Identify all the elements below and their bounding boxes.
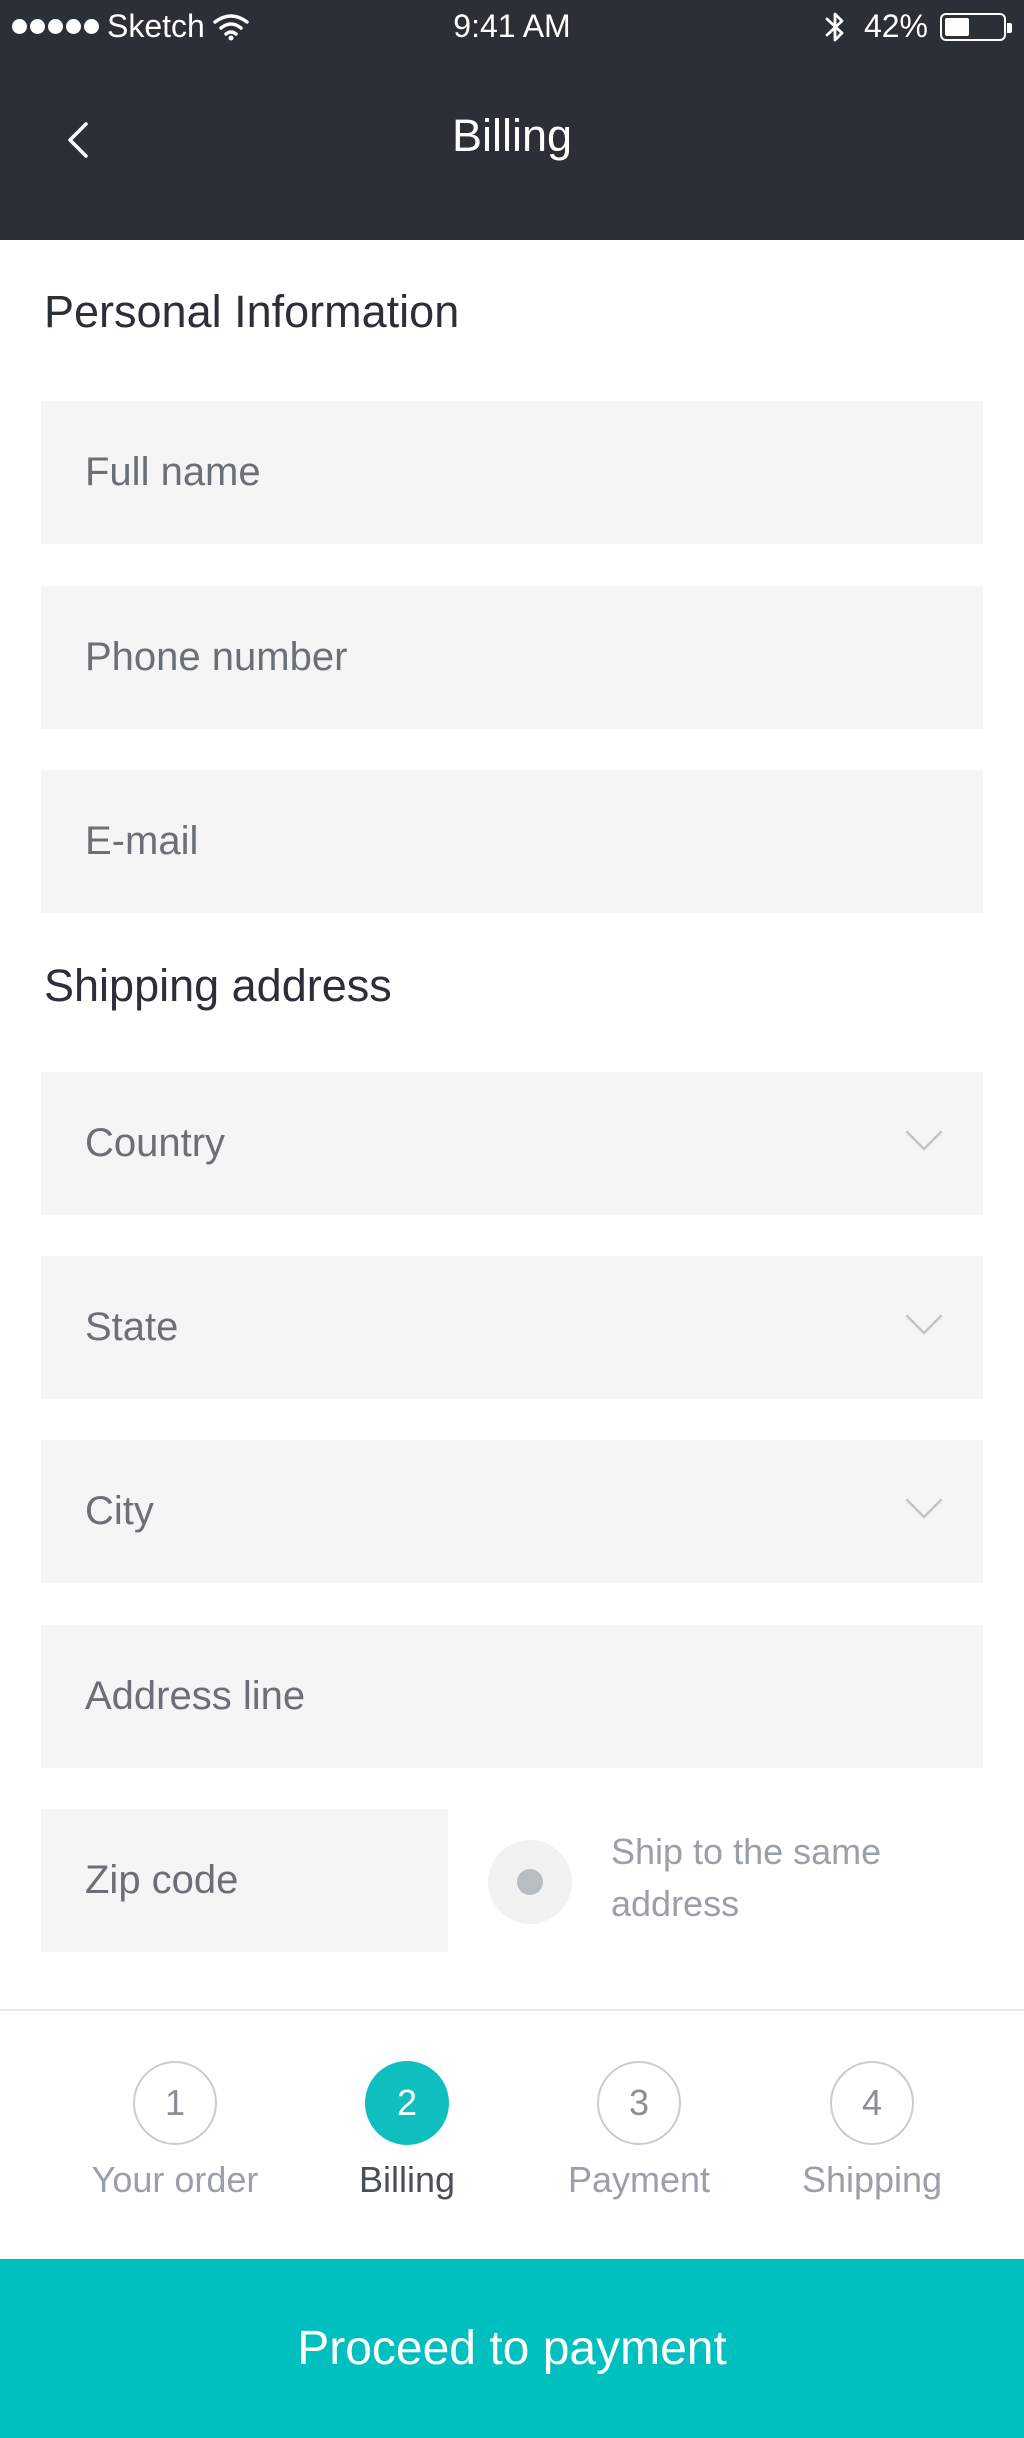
city-select-label: City	[85, 1489, 154, 1533]
country-select[interactable]: Country	[41, 1072, 983, 1215]
step-label: Billing	[358, 2159, 456, 2200]
chevron-down-icon	[905, 1314, 943, 1335]
step-label: Shipping	[801, 2159, 943, 2200]
divider	[0, 2009, 1024, 2011]
full-name-input[interactable]	[41, 401, 983, 544]
step-payment[interactable]: 3 Payment	[529, 2061, 749, 2201]
shipping-address-heading: Shipping address	[44, 960, 392, 1011]
proceed-to-payment-button[interactable]: Proceed to payment	[0, 2259, 1024, 2438]
city-select[interactable]: City	[41, 1440, 983, 1583]
bluetooth-icon	[825, 12, 844, 41]
phone-input[interactable]	[41, 586, 983, 729]
radio-dot	[517, 1869, 543, 1895]
step-shipping[interactable]: 4 Shipping	[762, 2061, 982, 2201]
full-name-field	[41, 401, 983, 544]
step-number: 1	[133, 2061, 217, 2145]
battery-icon	[940, 12, 1012, 41]
email-input[interactable]	[41, 770, 983, 913]
battery-percent: 42%	[863, 8, 928, 44]
zip-code-input[interactable]	[41, 1809, 448, 1952]
status-bar: Sketch 9:41 AM 42%	[0, 0, 1024, 54]
step-number: 4	[830, 2061, 914, 2145]
page-title: Billing	[451, 110, 573, 161]
step-your-order[interactable]: 1 Your order	[65, 2061, 285, 2201]
address-line-field	[41, 1625, 983, 1768]
battery-fill	[945, 17, 969, 36]
step-label: Payment	[567, 2159, 711, 2200]
step-number: 3	[597, 2061, 681, 2145]
zip-code-field	[41, 1809, 448, 1952]
header: Sketch 9:41 AM 42% Billing	[0, 0, 1024, 240]
same-address-label[interactable]: Ship to the same address	[611, 1826, 951, 1930]
address-line-input[interactable]	[41, 1625, 983, 1768]
phone-field	[41, 586, 983, 729]
chevron-down-icon	[905, 1498, 943, 1519]
step-label: Your order	[91, 2159, 259, 2200]
chevron-down-icon	[905, 1130, 943, 1151]
step-billing[interactable]: 2 Billing	[297, 2061, 517, 2201]
email-field	[41, 770, 983, 913]
personal-info-heading: Personal Information	[44, 286, 460, 337]
state-select-label: State	[85, 1305, 179, 1349]
country-select-label: Country	[85, 1121, 226, 1165]
same-address-radio[interactable]	[488, 1840, 572, 1924]
state-select[interactable]: State	[41, 1256, 983, 1399]
step-number: 2	[365, 2061, 449, 2145]
status-right: 42%	[822, 8, 1012, 45]
